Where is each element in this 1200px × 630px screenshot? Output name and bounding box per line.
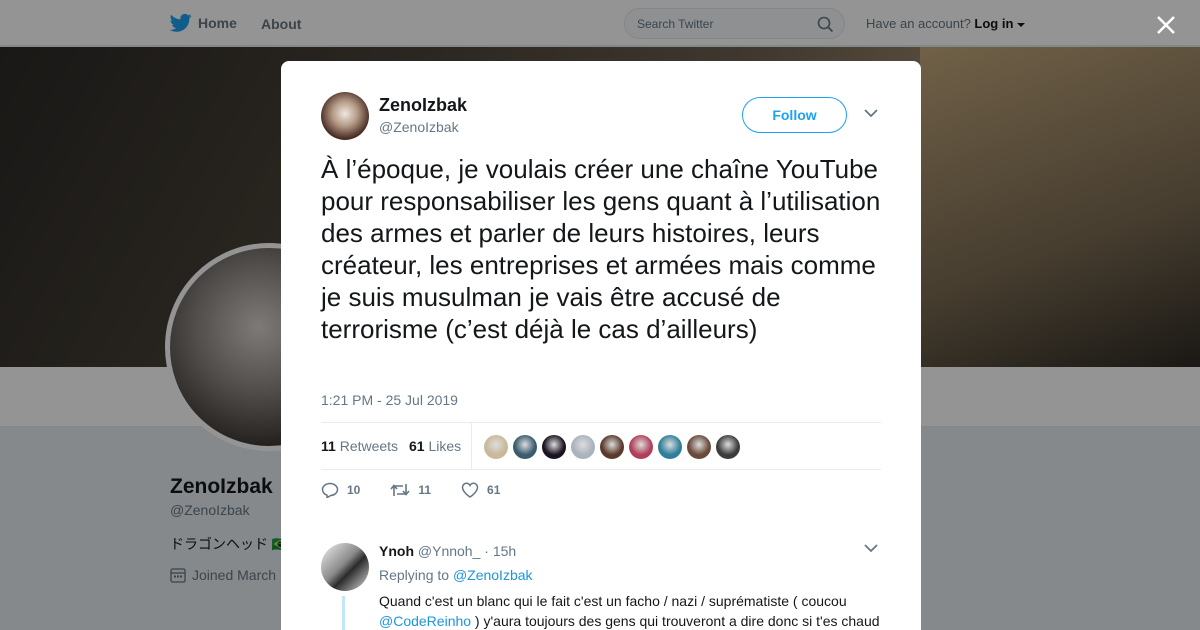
retweet-count: 11 [418,483,432,497]
reply-count: 10 [347,483,361,497]
tweet-stats: 11 Retweets 61 Likes [321,422,881,470]
liker-avatars [484,435,740,459]
liker-avatar[interactable] [658,435,682,459]
reply-text-part2: ) y'aura toujours des gens qui trouveron… [471,613,880,629]
likes-stat[interactable]: 61 Likes [409,438,461,454]
author-handle[interactable]: @ZenoIzbak [379,119,459,135]
retweets-count: 11 [321,438,336,454]
liker-avatar[interactable] [716,435,740,459]
tweet-actions: 10 11 61 [321,482,530,498]
tweet-modal: ZenoIzbak @ZenoIzbak Follow À l’époque, … [281,61,921,630]
liker-avatar[interactable] [571,435,595,459]
replying-to: Replying to @ZenoIzbak [379,567,533,583]
liker-avatar[interactable] [484,435,508,459]
follow-button[interactable]: Follow [742,97,847,133]
close-icon[interactable] [1153,12,1179,38]
replying-prefix: Replying to [379,567,450,583]
retweet-icon [390,484,410,496]
reply-author-name[interactable]: Ynoh [379,543,414,559]
chevron-down-icon[interactable] [864,108,878,118]
likes-label: Likes [428,438,462,454]
liker-avatar[interactable] [513,435,537,459]
author-avatar[interactable] [321,92,369,140]
like-action[interactable]: 61 [461,482,500,498]
reply-time[interactable]: · 15h [484,543,516,559]
liker-avatar[interactable] [542,435,566,459]
reply-icon [321,482,339,498]
reply-header: Ynoh @Ynnoh_ · 15h [379,543,516,559]
reply-action[interactable]: 10 [321,482,360,498]
liker-avatar[interactable] [687,435,711,459]
retweets-label: Retweets [339,438,399,454]
retweets-stat[interactable]: 11 Retweets [321,438,398,454]
replying-to-link[interactable]: @ZenoIzbak [453,567,533,583]
reply-text: Quand c'est un blanc qui le fait c'est u… [379,591,889,630]
likes-count: 61 [409,438,425,454]
reply-author-avatar[interactable] [321,543,369,591]
heart-icon [461,482,479,498]
liker-avatar[interactable] [629,435,653,459]
reply-text-part1: Quand c'est un blanc qui le fait c'est u… [379,593,847,609]
retweet-action[interactable]: 11 [390,482,431,498]
stats-divider [471,423,472,470]
liker-avatar[interactable] [600,435,624,459]
reply-thread-line [342,596,345,630]
reply-mention-link[interactable]: @CodeReinho [379,613,471,629]
reply-author-handle[interactable]: @Ynnoh_ [418,543,480,559]
like-count: 61 [487,483,501,497]
tweet-timestamp[interactable]: 1:21 PM - 25 Jul 2019 [321,392,458,408]
author-name[interactable]: ZenoIzbak [379,95,467,116]
tweet-text: À l’époque, je voulais créer une chaîne … [321,154,881,344]
chevron-down-icon[interactable] [864,543,878,553]
